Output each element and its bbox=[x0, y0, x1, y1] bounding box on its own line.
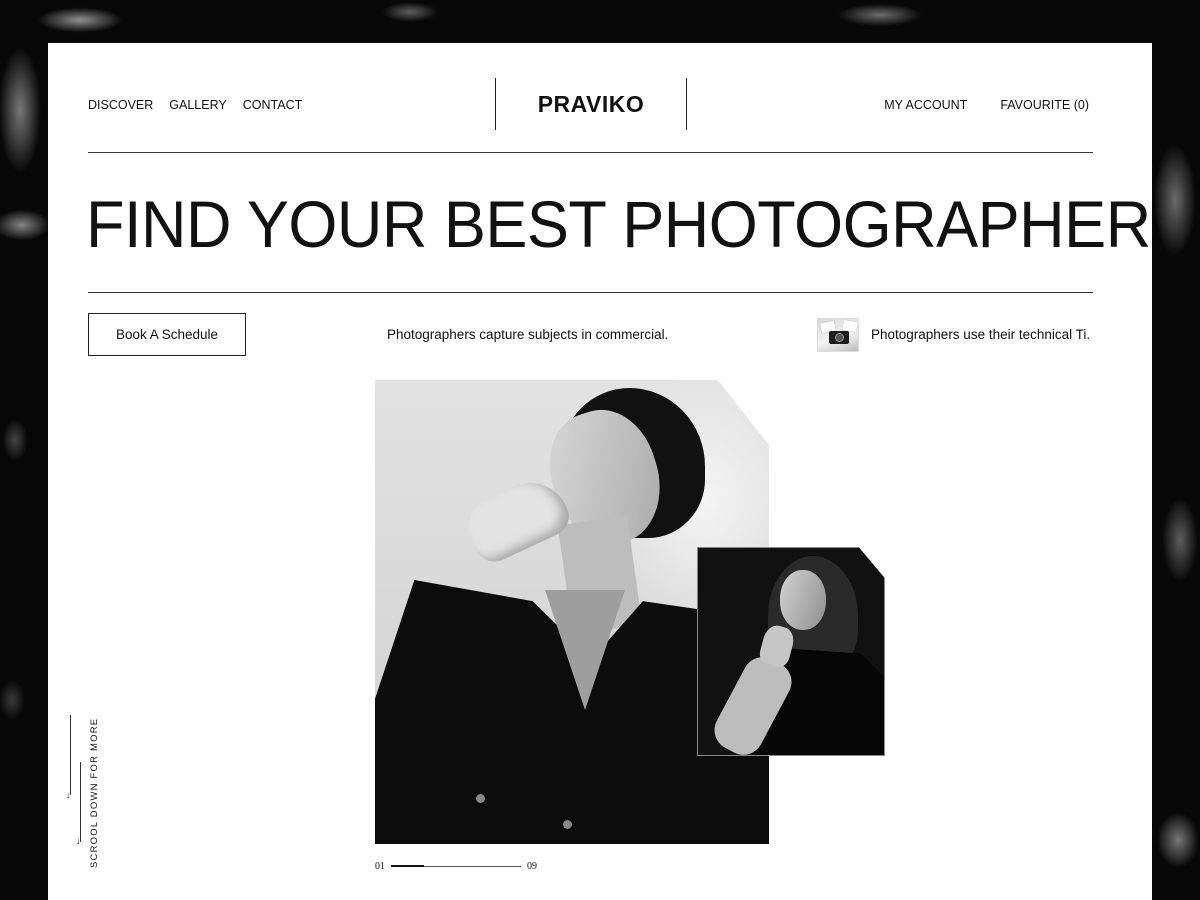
hero-description-1: Photographers capture subjects in commer… bbox=[387, 327, 669, 342]
scroll-indicator-line bbox=[80, 762, 81, 842]
pager-progress-track[interactable] bbox=[391, 865, 521, 867]
camera-thumbnail-icon bbox=[817, 318, 859, 352]
primary-nav: DISCOVER GALLERY CONTACT bbox=[88, 98, 302, 112]
pager-progress-fill bbox=[391, 865, 424, 867]
scroll-hint-label[interactable]: SCROOL DOWN FOR MORE bbox=[89, 718, 100, 868]
brand-logo[interactable]: PRAVIKO bbox=[538, 91, 645, 118]
arrow-down-icon: ↓ bbox=[76, 836, 81, 846]
account-nav: MY ACCOUNT FAVOURITE (0) bbox=[884, 98, 1089, 112]
header-divider bbox=[88, 152, 1093, 153]
arrow-down-icon: ↓ bbox=[66, 790, 71, 800]
my-account-link[interactable]: MY ACCOUNT bbox=[884, 98, 967, 112]
brand-frame: PRAVIKO bbox=[495, 78, 687, 130]
secondary-portrait-image[interactable] bbox=[697, 547, 885, 756]
hero-title: FIND YOUR BEST PHOTOGRAPHER bbox=[86, 188, 1151, 262]
nav-link-gallery[interactable]: GALLERY bbox=[169, 98, 226, 112]
pager-current: 01 bbox=[375, 861, 385, 872]
book-schedule-button[interactable]: Book A Schedule bbox=[88, 313, 246, 356]
nav-link-contact[interactable]: CONTACT bbox=[243, 98, 303, 112]
scroll-indicator-line bbox=[70, 715, 71, 795]
hero-divider bbox=[88, 292, 1093, 293]
favourite-link[interactable]: FAVOURITE (0) bbox=[1000, 98, 1089, 112]
gallery-pager: 01 09 bbox=[375, 861, 537, 872]
pager-total: 09 bbox=[527, 861, 537, 872]
nav-link-discover[interactable]: DISCOVER bbox=[88, 98, 153, 112]
hero-description-2: Photographers use their technical Ti. bbox=[871, 327, 1091, 342]
main-card: DISCOVER GALLERY CONTACT PRAVIKO MY ACCO… bbox=[48, 43, 1152, 900]
